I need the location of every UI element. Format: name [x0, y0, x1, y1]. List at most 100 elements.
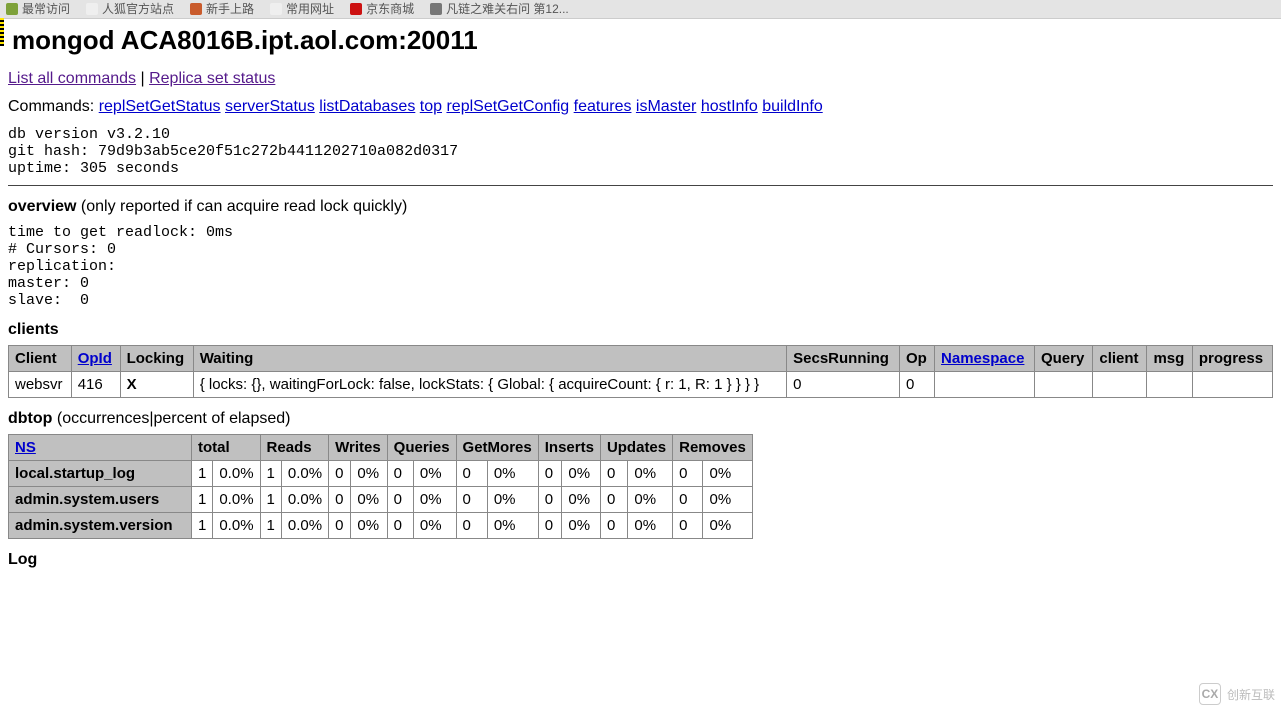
dbtop-cell: 0.0% — [281, 487, 328, 513]
bookmark-icon — [270, 3, 282, 15]
dbtop-cell: 0 — [387, 513, 413, 539]
watermark: CX 创新互联 — [1199, 683, 1275, 705]
commands-label: Commands: — [8, 98, 99, 115]
dbtop-cell: 0 — [538, 461, 562, 487]
dbtop-cell: 0% — [703, 487, 752, 513]
dbtop-cell: 0% — [562, 487, 601, 513]
dbtop-cell: 0% — [413, 487, 456, 513]
clients-header-link-OpId[interactable]: OpId — [78, 350, 112, 367]
dbtop-cell: 1 — [192, 513, 213, 539]
clients-header-Locking: Locking — [120, 346, 193, 372]
dbtop-cell: 1 — [192, 487, 213, 513]
clients-header-link-Namespace[interactable]: Namespace — [941, 350, 1024, 367]
dbtop-cell: 0 — [600, 487, 627, 513]
bookmark-item[interactable]: 京东商城 — [350, 0, 414, 18]
dbtop-cell: 0% — [703, 513, 752, 539]
dbtop-cell: 0 — [673, 513, 703, 539]
dbtop-cell: 0% — [351, 513, 387, 539]
dbtop-cell: 0% — [487, 487, 538, 513]
clients-header-client: client — [1093, 346, 1147, 372]
dbtop-ns-cell: admin.system.users — [9, 487, 192, 513]
log-heading: Log — [8, 551, 1273, 569]
command-link-hostInfo[interactable]: hostInfo — [701, 98, 758, 115]
dbtop-cell: 0 — [538, 513, 562, 539]
dbtop-cell: 0 — [387, 461, 413, 487]
bookmark-item[interactable]: 凡链之难关右问 第12... — [430, 0, 569, 18]
dbtop-cell: 0 — [673, 487, 703, 513]
dbtop-cell: 0 — [387, 487, 413, 513]
dbtop-cell: 0.0% — [213, 461, 260, 487]
command-link-listDatabases[interactable]: listDatabases — [319, 98, 415, 115]
dbtop-cell: 0% — [628, 513, 673, 539]
bookmark-icon — [86, 3, 98, 15]
command-link-replSetGetConfig[interactable]: replSetGetConfig — [446, 98, 569, 115]
command-link-replSetGetStatus[interactable]: replSetGetStatus — [99, 98, 221, 115]
dbtop-cell: 0 — [600, 513, 627, 539]
dbtop-cell: 0 — [456, 461, 487, 487]
bookmark-item[interactable]: 新手上路 — [190, 0, 254, 18]
dbtop-cell: 0.0% — [281, 461, 328, 487]
bookmark-item[interactable]: 最常访问 — [6, 0, 70, 18]
command-link-serverStatus[interactable]: serverStatus — [225, 98, 315, 115]
dbtop-note: (occurrences|percent of elapsed) — [52, 410, 290, 427]
clients-cell-SecsRunning: 0 — [787, 372, 900, 398]
clients-cell-progress — [1192, 372, 1272, 398]
bookmark-icon — [6, 3, 18, 15]
watermark-logo-icon: CX — [1199, 683, 1221, 705]
dbtop-cell: 0 — [456, 513, 487, 539]
overview-note: (only reported if can acquire read lock … — [76, 198, 407, 215]
command-link-top[interactable]: top — [420, 98, 442, 115]
dbtop-cell: 0 — [329, 487, 351, 513]
clients-cell-OpId: 416 — [71, 372, 120, 398]
dbtop-cell: 0% — [562, 461, 601, 487]
dbtop-cell: 0% — [487, 513, 538, 539]
log-label: Log — [8, 551, 37, 568]
dbtop-ns-link[interactable]: NS — [15, 439, 36, 456]
clients-cell-Query — [1034, 372, 1092, 398]
clients-heading: clients — [8, 321, 1273, 339]
replica-set-status-link[interactable]: Replica set status — [149, 70, 275, 87]
clients-cell-msg — [1147, 372, 1192, 398]
list-all-commands-link[interactable]: List all commands — [8, 70, 136, 87]
table-row: local.startup_log10.0%10.0%00%00%00%00%0… — [9, 461, 753, 487]
dbtop-cell: 0 — [538, 487, 562, 513]
commands-row: Commands: replSetGetStatus serverStatus … — [8, 98, 1273, 116]
watermark-text: 创新互联 — [1227, 686, 1275, 703]
clients-cell-Locking: X — [120, 372, 193, 398]
bookmark-item[interactable]: 常用网址 — [270, 0, 334, 18]
bookmark-icon — [430, 3, 442, 15]
dbtop-cell: 0 — [329, 461, 351, 487]
dbtop-header-ns: NS — [9, 435, 192, 461]
overview-body: time to get readlock: 0ms # Cursors: 0 r… — [8, 224, 1273, 309]
bookmark-item[interactable]: 人狐官方站点 — [86, 0, 174, 18]
dbtop-cell: 1 — [260, 461, 281, 487]
clients-table: ClientOpIdLockingWaitingSecsRunningOpNam… — [8, 345, 1273, 398]
command-link-buildInfo[interactable]: buildInfo — [762, 98, 823, 115]
clients-label: clients — [8, 321, 59, 338]
bookmark-icon — [190, 3, 202, 15]
dbtop-cell: 0% — [413, 461, 456, 487]
bookmark-icon — [350, 3, 362, 15]
clients-header-Namespace: Namespace — [935, 346, 1035, 372]
clients-header-msg: msg — [1147, 346, 1192, 372]
dbtop-cell: 1 — [260, 487, 281, 513]
table-row: websvr416X{ locks: {}, waitingForLock: f… — [9, 372, 1273, 398]
dbtop-header-total: total — [192, 435, 261, 461]
command-link-features[interactable]: features — [574, 98, 632, 115]
server-info-pre: db version v3.2.10 git hash: 79d9b3ab5ce… — [8, 126, 1273, 177]
dbtop-ns-cell: local.startup_log — [9, 461, 192, 487]
clients-cell-Op: 0 — [899, 372, 934, 398]
clients-cell-Namespace — [935, 372, 1035, 398]
table-row: admin.system.users10.0%10.0%00%00%00%00%… — [9, 487, 753, 513]
clients-header-Query: Query — [1034, 346, 1092, 372]
clients-cell-Client: websvr — [9, 372, 72, 398]
clients-header-progress: progress — [1192, 346, 1272, 372]
command-link-isMaster[interactable]: isMaster — [636, 98, 696, 115]
dbtop-header-Writes: Writes — [329, 435, 388, 461]
dbtop-header-Queries: Queries — [387, 435, 456, 461]
clients-header-SecsRunning: SecsRunning — [787, 346, 900, 372]
clients-header-Client: Client — [9, 346, 72, 372]
dbtop-cell: 0% — [703, 461, 752, 487]
dbtop-ns-cell: admin.system.version — [9, 513, 192, 539]
clients-header-Waiting: Waiting — [193, 346, 786, 372]
